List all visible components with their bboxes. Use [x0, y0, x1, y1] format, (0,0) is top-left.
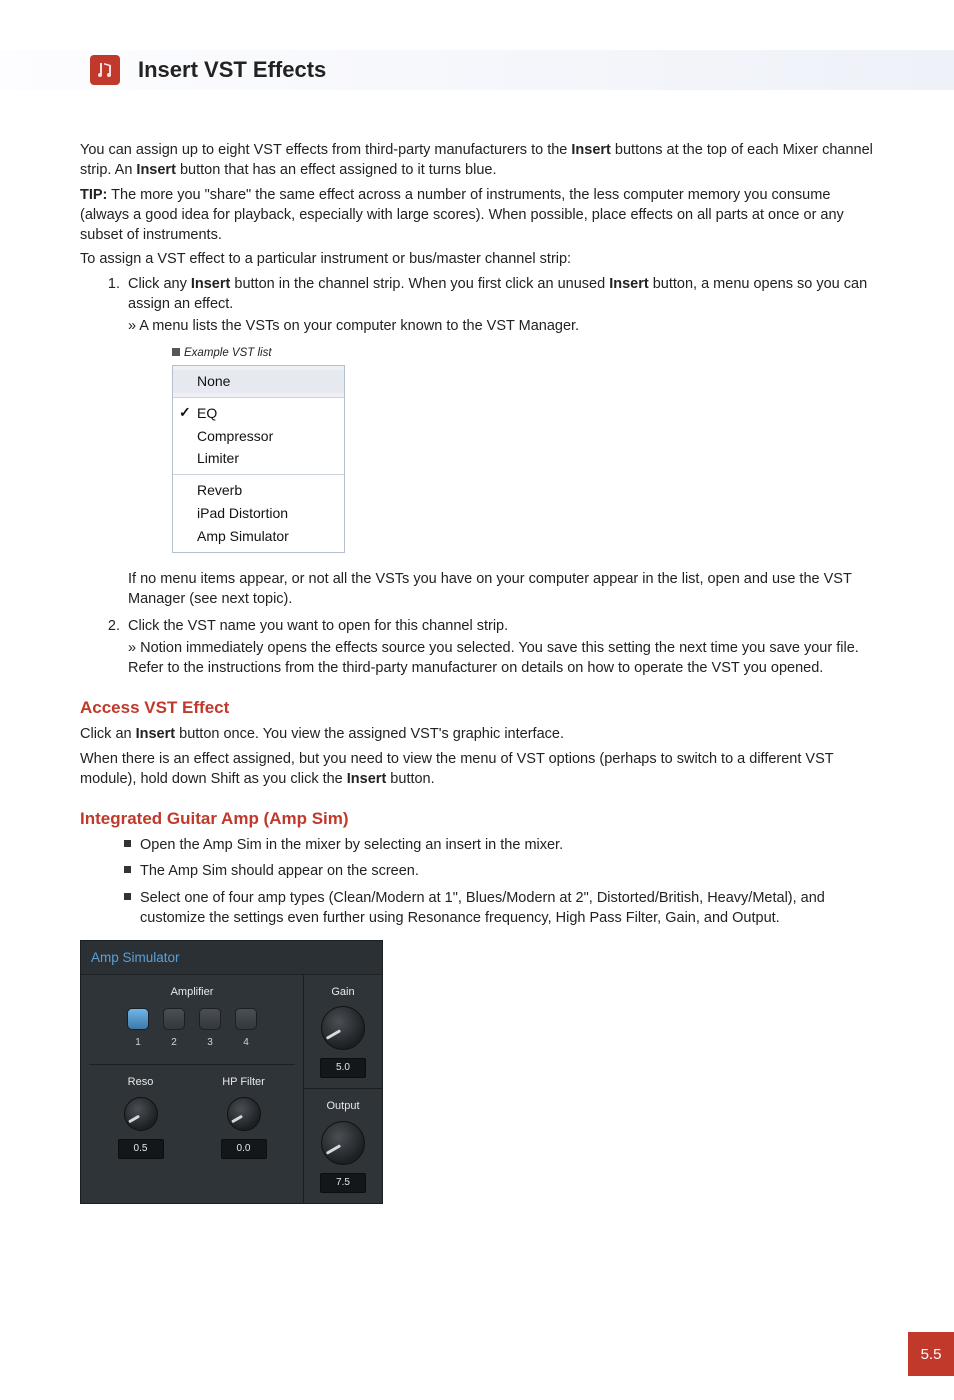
- assign-vst-steps: Click any Insert button in the channel s…: [80, 274, 882, 679]
- access-vst-p2: When there is an effect assigned, but yo…: [80, 749, 882, 790]
- page-title: Insert VST Effects: [138, 55, 326, 86]
- hpfilter-knob[interactable]: [227, 1097, 261, 1131]
- page-number-tab: 5.5: [908, 1332, 954, 1376]
- step-2-sub: » Notion immediately opens the effects s…: [128, 638, 882, 679]
- vst-menu-item-ipad-distortion[interactable]: iPad Distortion: [173, 502, 344, 525]
- access-vst-heading: Access VST Effect: [80, 696, 882, 720]
- step-1-sub: » A menu lists the VSTs on your computer…: [128, 316, 882, 336]
- gain-knob[interactable]: [321, 1006, 365, 1050]
- vst-menu: None EQ Compressor Limiter Reverb iPad D…: [172, 365, 345, 553]
- vst-menu-item-reverb[interactable]: Reverb: [173, 479, 344, 502]
- amp-sim-bullets: Open the Amp Sim in the mixer by selecti…: [80, 835, 882, 928]
- intro-paragraph-1: You can assign up to eight VST effects f…: [80, 140, 882, 181]
- gain-label: Gain: [310, 985, 376, 1000]
- output-knob[interactable]: [321, 1121, 365, 1165]
- intro-paragraph-3: To assign a VST effect to a particular i…: [80, 249, 882, 269]
- vst-menu-item-limiter[interactable]: Limiter: [173, 447, 344, 470]
- amp-sim-bullet: The Amp Sim should appear on the screen.: [124, 861, 882, 881]
- amp-type-button-1[interactable]: [127, 1008, 149, 1030]
- amp-simulator-title: Amp Simulator: [81, 941, 382, 975]
- vst-menu-group: Reverb iPad Distortion Amp Simulator: [173, 474, 344, 552]
- vst-menu-group: None: [173, 366, 344, 397]
- amplifier-buttons: [89, 1008, 295, 1030]
- vst-menu-group: EQ Compressor Limiter: [173, 397, 344, 475]
- page-header: Insert VST Effects: [0, 50, 954, 90]
- amp-type-button-3[interactable]: [199, 1008, 221, 1030]
- output-value[interactable]: 7.5: [320, 1173, 366, 1193]
- amp-simulator-panel: Amp Simulator Amplifier 1 2 3 4: [80, 940, 383, 1204]
- vst-list-caption: Example VST list: [172, 345, 882, 361]
- amp-type-button-2[interactable]: [163, 1008, 185, 1030]
- access-vst-p1: Click an Insert button once. You view th…: [80, 724, 882, 744]
- amplifier-label: Amplifier: [89, 985, 295, 1000]
- amplifier-button-labels: 1 2 3 4: [89, 1036, 295, 1050]
- step-1: Click any Insert button in the channel s…: [124, 274, 882, 610]
- gain-value[interactable]: 5.0: [320, 1058, 366, 1078]
- step-2: Click the VST name you want to open for …: [124, 616, 882, 679]
- vst-menu-item-compressor[interactable]: Compressor: [173, 425, 344, 448]
- app-icon: [90, 55, 120, 85]
- page-body: You can assign up to eight VST effects f…: [0, 90, 954, 928]
- vst-menu-item-none[interactable]: None: [173, 370, 344, 393]
- amp-type-button-4[interactable]: [235, 1008, 257, 1030]
- amp-sim-bullet: Select one of four amp types (Clean/Mode…: [124, 888, 882, 929]
- reso-label: Reso: [89, 1075, 192, 1090]
- reso-knob[interactable]: [124, 1097, 158, 1131]
- hpfilter-label: HP Filter: [192, 1075, 295, 1090]
- amp-sim-bullet: Open the Amp Sim in the mixer by selecti…: [124, 835, 882, 855]
- caption-bullet-icon: [172, 348, 180, 356]
- step-1-after: If no menu items appear, or not all the …: [128, 569, 882, 610]
- output-label: Output: [310, 1099, 376, 1114]
- vst-menu-item-eq[interactable]: EQ: [173, 402, 344, 425]
- vst-menu-item-amp-simulator[interactable]: Amp Simulator: [173, 525, 344, 548]
- hpfilter-value[interactable]: 0.0: [221, 1139, 267, 1159]
- intro-tip: TIP: The more you "share" the same effec…: [80, 185, 882, 246]
- amp-sim-heading: Integrated Guitar Amp (Amp Sim): [80, 807, 882, 831]
- reso-value[interactable]: 0.5: [118, 1139, 164, 1159]
